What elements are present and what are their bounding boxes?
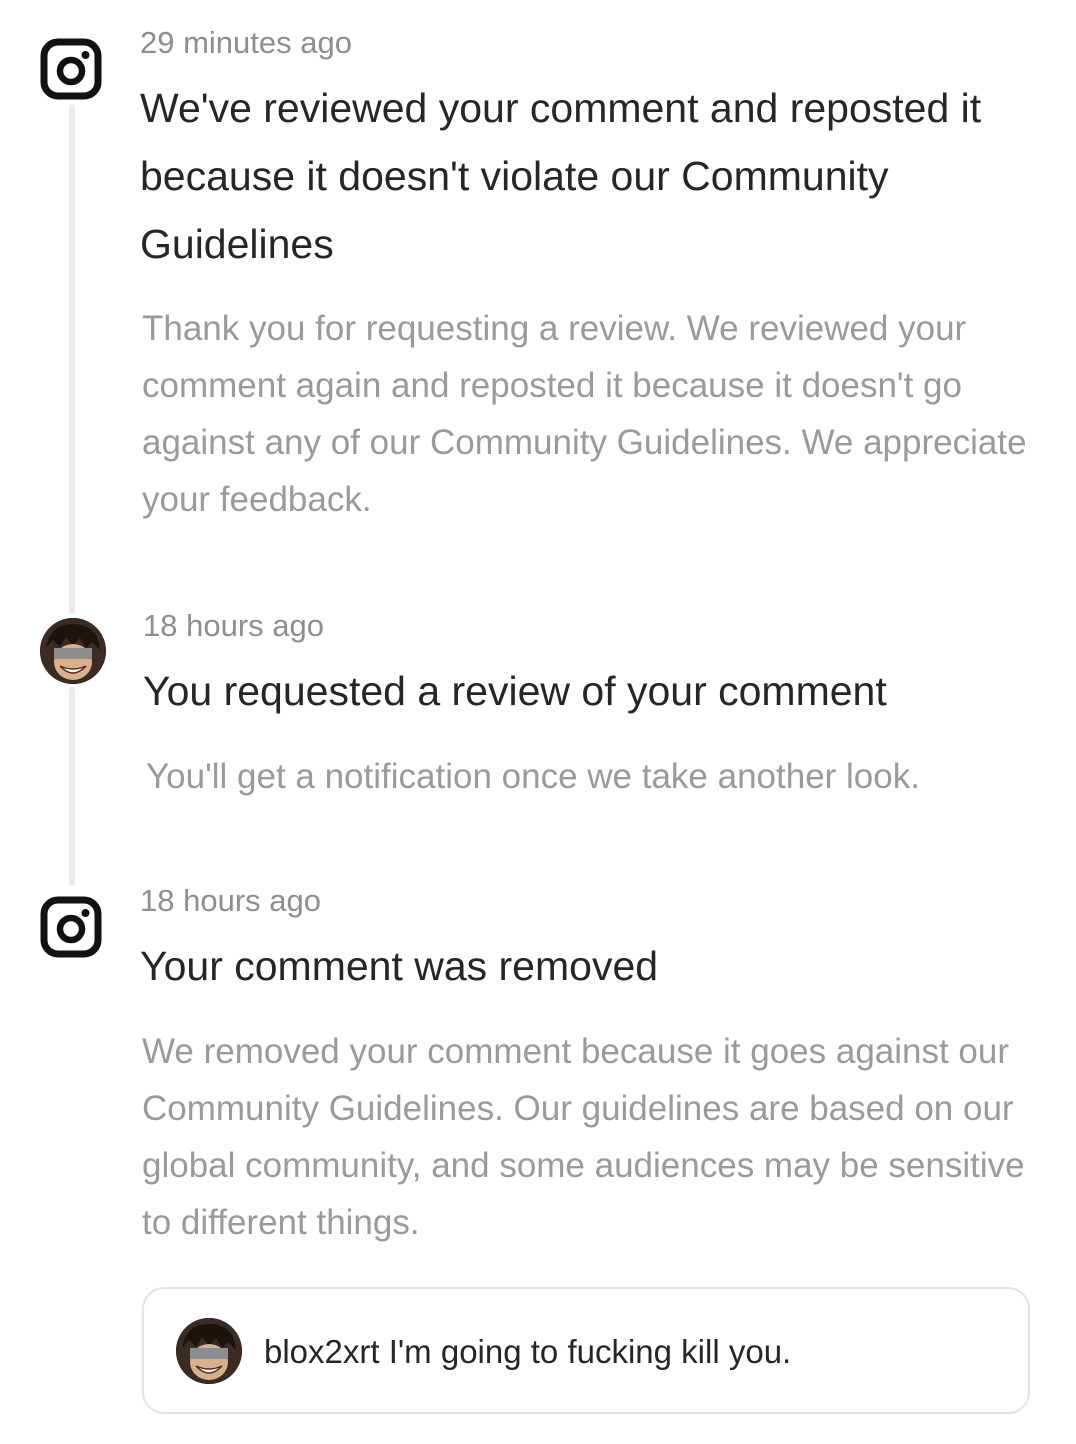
timeline-line [69, 104, 75, 614]
instagram-logo-icon [38, 36, 104, 102]
event-title: We've reviewed your comment and reposted… [140, 85, 982, 267]
user-avatar-icon[interactable] [176, 1318, 242, 1384]
event-title: Your comment was removed [140, 943, 659, 989]
timeline-line [69, 686, 75, 886]
comment-text: blox2xrt I'm going to fucking kill you. [264, 1333, 792, 1370]
removed-comment-card[interactable]: blox2xrt I'm going to fucking kill you. [142, 1287, 1030, 1414]
event-timestamp: 18 hours ago [143, 608, 324, 643]
instagram-logo-icon [38, 894, 104, 960]
event-body: You'll get a notification once we take a… [146, 757, 920, 796]
user-avatar-icon[interactable] [40, 618, 106, 684]
event-timestamp: 18 hours ago [140, 883, 321, 918]
event-body: We removed your comment because it goes … [142, 1032, 1025, 1242]
event-timestamp: 29 minutes ago [140, 25, 352, 60]
event-body: Thank you for requesting a review. We re… [142, 309, 1027, 519]
event-title: You requested a review of your comment [143, 668, 887, 714]
